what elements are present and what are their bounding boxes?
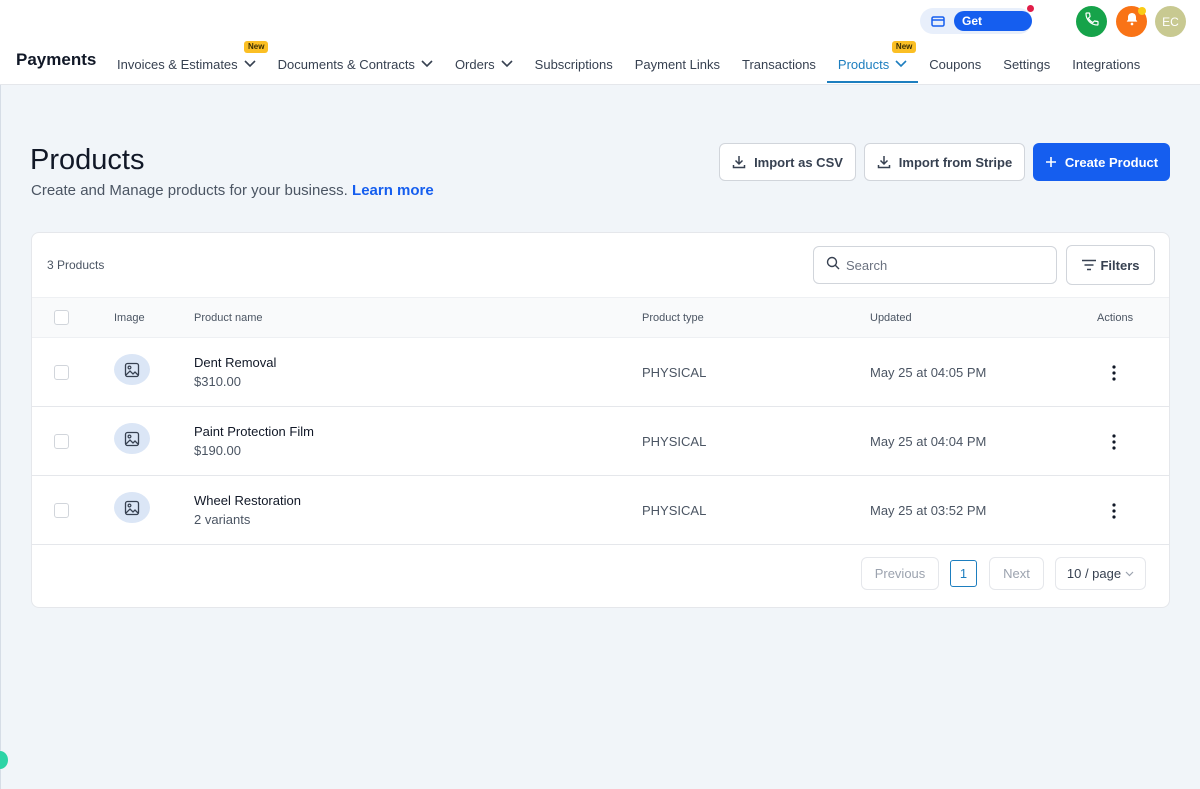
page-subtitle: Create and Manage products for your busi… xyxy=(31,182,434,199)
product-variants: 2 variants xyxy=(194,512,251,527)
product-name[interactable]: Paint Protection Film xyxy=(194,424,314,439)
column-header-name[interactable]: Product name xyxy=(194,312,262,324)
page-title: Products xyxy=(30,144,145,176)
notification-dot xyxy=(1027,5,1034,12)
card-icon xyxy=(930,13,946,29)
product-count: 3 Products xyxy=(47,258,105,272)
image-placeholder-icon xyxy=(114,354,150,385)
product-name[interactable]: Dent Removal xyxy=(194,355,276,370)
row-checkbox[interactable] xyxy=(54,503,69,518)
get-started-widget[interactable]: Get Started xyxy=(920,5,1034,48)
subtitle-text: Create and Manage products for your busi… xyxy=(31,182,348,199)
product-type: PHYSICAL xyxy=(642,503,707,518)
table-row[interactable]: Wheel Restoration 2 variants PHYSICAL Ma… xyxy=(32,476,1169,545)
product-updated: May 25 at 04:04 PM xyxy=(870,434,987,449)
nav-coupons[interactable]: Coupons xyxy=(918,43,992,85)
search-input[interactable] xyxy=(846,257,1036,273)
chevron-down-icon xyxy=(421,60,433,68)
divider xyxy=(0,85,1,789)
learn-more-link[interactable]: Learn more xyxy=(352,182,434,199)
app-title: Payments xyxy=(16,50,97,69)
table-row[interactable]: Dent Removal $310.00 PHYSICAL May 25 at … xyxy=(32,338,1169,407)
import-csv-button[interactable]: Import as CSV xyxy=(719,143,856,181)
nav-settings[interactable]: Settings xyxy=(992,43,1061,85)
chevron-down-icon xyxy=(244,60,256,68)
notifications-button[interactable] xyxy=(1116,6,1147,37)
column-header-image: Image xyxy=(114,312,145,324)
nav-label: Settings xyxy=(1003,56,1051,72)
avatar[interactable]: EC xyxy=(1155,6,1186,37)
button-label: Import from Stripe xyxy=(898,154,1013,170)
new-badge: New xyxy=(244,41,269,53)
chevron-down-icon xyxy=(501,60,513,68)
nav-documents-contracts[interactable]: Documents & Contracts xyxy=(267,43,444,85)
product-name[interactable]: Wheel Restoration xyxy=(194,493,301,508)
column-header-actions: Actions xyxy=(1097,312,1134,324)
nav-label: Coupons xyxy=(929,56,982,72)
nav-label: Subscriptions xyxy=(534,56,613,72)
floating-widget-button[interactable] xyxy=(0,751,8,769)
row-checkbox[interactable] xyxy=(54,434,69,449)
nav-label: Payment Links xyxy=(634,56,720,72)
nav-transactions[interactable]: Transactions xyxy=(731,43,827,85)
button-label: Create Product xyxy=(1064,154,1159,170)
product-updated: May 25 at 04:05 PM xyxy=(870,365,987,380)
product-type: PHYSICAL xyxy=(642,365,707,380)
column-header-updated[interactable]: Updated xyxy=(870,312,912,324)
main-nav: New Invoices & Estimates Documents & Con… xyxy=(106,41,1151,85)
more-actions-icon[interactable] xyxy=(1102,500,1126,522)
nav-orders[interactable]: Orders xyxy=(444,43,524,85)
column-header-type[interactable]: Product type xyxy=(642,312,704,324)
nav-label: Integrations xyxy=(1072,56,1141,72)
image-placeholder-icon xyxy=(114,423,150,454)
nav-integrations[interactable]: Integrations xyxy=(1061,43,1151,85)
new-badge: New xyxy=(891,41,917,53)
page-size-select[interactable]: 10 / page xyxy=(1055,557,1146,590)
more-actions-icon[interactable] xyxy=(1102,362,1126,384)
button-label: Import as CSV xyxy=(754,154,843,170)
nav-payment-links[interactable]: Payment Links xyxy=(624,43,731,85)
more-actions-icon[interactable] xyxy=(1102,431,1126,453)
table-header: Image Product name Product type Updated … xyxy=(32,297,1169,338)
search-icon xyxy=(826,256,840,275)
nav-label: Products xyxy=(837,56,890,72)
image-placeholder-icon xyxy=(114,492,150,523)
nav-products[interactable]: New Products xyxy=(826,41,919,85)
chevron-down-icon xyxy=(895,60,907,68)
search-box[interactable] xyxy=(813,246,1057,284)
nav-invoices-estimates[interactable]: New Invoices & Estimates xyxy=(106,41,269,85)
page-size-label: 10 / page xyxy=(1066,566,1122,581)
product-updated: May 25 at 03:52 PM xyxy=(870,503,987,518)
top-header: Get Started EC Payments New Invoices & E… xyxy=(0,0,1200,85)
bell-icon xyxy=(1124,11,1140,32)
product-type: PHYSICAL xyxy=(642,434,707,449)
filter-icon xyxy=(1081,259,1097,271)
nav-label: Invoices & Estimates xyxy=(117,56,238,72)
get-started-button[interactable]: Get Started xyxy=(954,11,1032,48)
row-checkbox[interactable] xyxy=(54,365,69,380)
previous-page-button[interactable]: Previous xyxy=(861,557,939,590)
next-page-button[interactable]: Next xyxy=(989,557,1044,590)
plus-icon xyxy=(1045,156,1057,168)
products-card: 3 Products Filters Image Product name Pr… xyxy=(31,232,1170,608)
button-label: Filters xyxy=(1100,257,1140,273)
notification-dot xyxy=(1138,7,1146,15)
import-stripe-button[interactable]: Import from Stripe xyxy=(864,143,1025,181)
product-price: $190.00 xyxy=(194,443,241,458)
phone-icon xyxy=(1084,11,1100,32)
product-price: $310.00 xyxy=(194,374,241,389)
filters-button[interactable]: Filters xyxy=(1066,245,1155,285)
chevron-down-icon xyxy=(1125,571,1134,577)
nav-label: Orders xyxy=(454,56,495,72)
select-all-checkbox[interactable] xyxy=(54,310,69,325)
phone-button[interactable] xyxy=(1076,6,1107,37)
nav-label: Documents & Contracts xyxy=(277,56,415,72)
create-product-button[interactable]: Create Product xyxy=(1033,143,1170,181)
table-row[interactable]: Paint Protection Film $190.00 PHYSICAL M… xyxy=(32,407,1169,476)
page-number-button[interactable]: 1 xyxy=(950,560,977,587)
nav-label: Transactions xyxy=(741,56,816,72)
download-icon xyxy=(877,155,891,169)
download-icon xyxy=(732,155,746,169)
nav-subscriptions[interactable]: Subscriptions xyxy=(524,43,624,85)
